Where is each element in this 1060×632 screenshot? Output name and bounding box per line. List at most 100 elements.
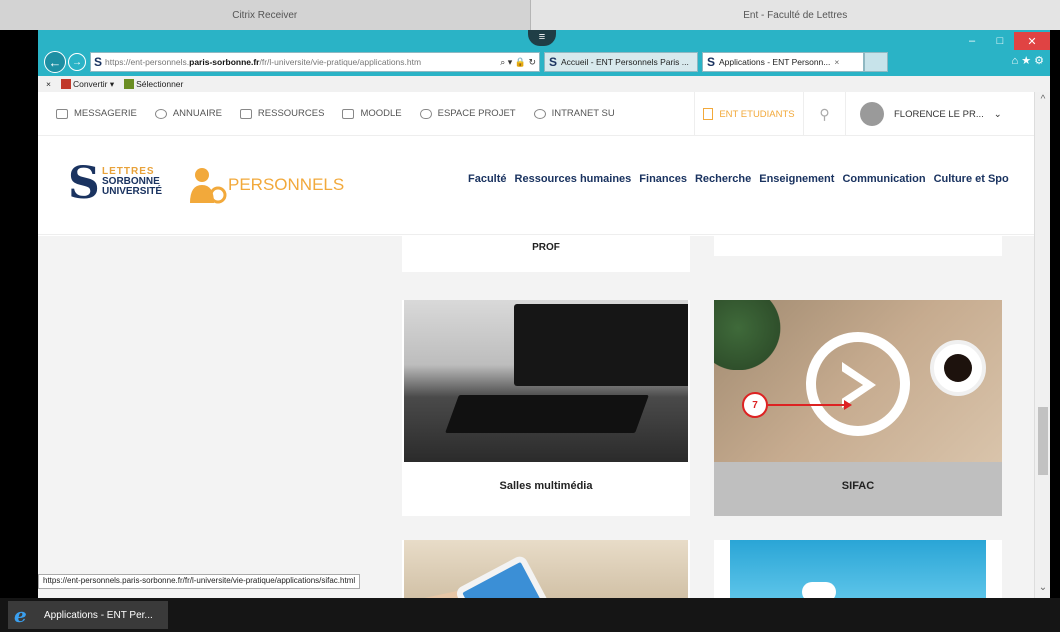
new-tab-button[interactable] xyxy=(864,52,888,72)
address-bar[interactable]: S https:// ent-personnels. paris-sorbonn… xyxy=(90,52,540,72)
keyboard-image xyxy=(404,300,688,462)
avatar xyxy=(860,102,884,126)
scroll-down-icon[interactable]: ⌄ xyxy=(1035,582,1050,596)
sorbonne-logo-text[interactable]: LETTRES SORBONNE UNIVERSITÉ xyxy=(102,167,162,197)
convert-button[interactable]: Convertir ▾ xyxy=(60,78,114,90)
nav-moodle[interactable]: MOODLE xyxy=(342,108,402,119)
monitor-shape xyxy=(514,304,688,386)
select-button[interactable]: Sélectionner xyxy=(124,79,183,90)
step-marker: 7 xyxy=(742,392,768,418)
chevron-down-icon: ⌄ xyxy=(993,108,1002,120)
citrix-tab-receiver[interactable]: Citrix Receiver xyxy=(0,0,531,30)
menu-recherche[interactable]: Recherche xyxy=(695,173,751,185)
folder-icon xyxy=(239,108,252,119)
app-card-mobile[interactable] xyxy=(402,540,690,598)
tab-close-icon[interactable]: × xyxy=(834,57,839,67)
app-card-salles-multimedia[interactable]: Salles multimédia xyxy=(402,300,690,516)
tab-label: Accueil - ENT Personnels Paris ... xyxy=(561,57,689,67)
nav-annuaire[interactable]: ANNUAIRE xyxy=(154,108,222,119)
address-tools-icons[interactable]: ⌕ ▾ 🔒 ↻ xyxy=(500,57,539,68)
menu-culture-et-sport[interactable]: Culture et Spo xyxy=(934,173,1009,185)
app-card-top-right[interactable] xyxy=(714,236,1002,256)
select-label: Sélectionner xyxy=(136,78,184,89)
back-arrow-icon: ← xyxy=(48,54,62,70)
search-icon: ⚲ xyxy=(819,105,830,122)
ent-etudiants-label: ENT ETUDIANTS xyxy=(719,108,795,120)
tab-label: Applications - ENT Personn... xyxy=(719,57,831,67)
maximize-button[interactable]: □ xyxy=(986,32,1014,50)
taskbar: e Applications - ENT Per... xyxy=(0,598,1060,632)
logo-line-universite: UNIVERSITÉ xyxy=(102,186,163,197)
citrix-tab-ent[interactable]: Ent - Faculté de Lettres xyxy=(530,0,1060,30)
address-host-sub: ent-personnels. xyxy=(130,57,190,67)
mail-icon xyxy=(56,108,68,119)
browser-toolbar-icons[interactable]: ⌂ ★ ⚙ xyxy=(1012,54,1044,67)
status-bar-url: https://ent-personnels.paris-sorbonne.fr… xyxy=(38,574,361,589)
pdf-convert-icon xyxy=(60,79,71,90)
taskbar-item-ie[interactable]: e Applications - ENT Per... xyxy=(8,601,168,629)
app-card-label: Salles multimédia xyxy=(499,480,593,492)
tab-applications[interactable]: S Applications - ENT Personn... × xyxy=(702,52,864,72)
person-icon xyxy=(154,108,167,119)
forward-button[interactable]: → xyxy=(68,53,86,71)
sorbonne-logo-icon[interactable]: S xyxy=(68,162,100,206)
nav-label: ESPACE PROJET xyxy=(437,108,516,119)
phone-image xyxy=(404,540,688,598)
menu-ressources-humaines[interactable]: Ressources humaines xyxy=(515,173,632,185)
forward-arrow-icon: → xyxy=(72,56,82,68)
plant-shape xyxy=(714,300,794,370)
nav-messagerie[interactable]: MESSAGERIE xyxy=(56,108,137,119)
star-icon xyxy=(419,108,432,119)
close-window-button[interactable]: ✕ xyxy=(1014,32,1050,50)
site-favicon-icon: S xyxy=(549,55,558,69)
menu-finances[interactable]: Finances xyxy=(639,173,687,185)
page-viewport: MESSAGERIE ANNUAIRE RESSOURCES MOODLE ES… xyxy=(38,92,1050,598)
address-path: /fr/l-universite/vie-pratique/applicatio… xyxy=(259,57,422,67)
app-card-sifac[interactable]: 7 SIFAC xyxy=(714,300,1002,516)
app-card-sky[interactable] xyxy=(714,540,1002,598)
vertical-scrollbar[interactable]: ^ ⌄ xyxy=(1034,92,1050,598)
nav-label: INTRANET SU xyxy=(551,108,615,119)
command-bar-close-icon[interactable]: × xyxy=(46,79,51,89)
login-icon xyxy=(703,108,714,120)
internet-explorer-icon: e xyxy=(14,603,27,627)
user-name: FLORENCE LE PR... xyxy=(894,108,984,120)
address-host-domain: paris-sorbonne.fr xyxy=(189,57,260,67)
ent-etudiants-link[interactable]: ENT ETUDIANTS xyxy=(694,92,804,136)
sky-image xyxy=(730,540,986,598)
nav-intranet-su[interactable]: INTRANET SU xyxy=(533,108,615,119)
menu-faculte[interactable]: Faculté xyxy=(468,173,507,185)
arrow-right-circle-icon xyxy=(806,332,910,436)
annotation-arrow xyxy=(768,400,852,410)
nav-label: MOODLE xyxy=(360,108,402,119)
search-button[interactable]: ⚲ xyxy=(804,92,846,136)
sifac-image: 7 xyxy=(714,300,1002,462)
personnels-label[interactable]: PERSONNELS xyxy=(228,175,344,195)
applications-grid: PROF Salles multimédia 7 SIFAC xyxy=(38,236,1034,598)
user-menu[interactable]: FLORENCE LE PR... ⌄ xyxy=(860,92,1002,136)
personnels-icon xyxy=(190,168,227,204)
convert-label: Convertir xyxy=(72,78,108,89)
minimize-button[interactable]: – xyxy=(958,32,986,50)
tab-accueil[interactable]: S Accueil - ENT Personnels Paris ... xyxy=(544,52,698,72)
browser-window: ≡ – □ ✕ ← → S https:// ent-personnels. p… xyxy=(38,30,1050,598)
site-header: S LETTRES SORBONNE UNIVERSITÉ PERSONNELS… xyxy=(38,137,1034,235)
app-card-label: SIFAC xyxy=(841,480,875,492)
scroll-thumb[interactable] xyxy=(1038,407,1048,475)
app-card-prof[interactable]: PROF xyxy=(402,236,690,272)
left-black-margin xyxy=(0,30,38,598)
citrix-pull-tab[interactable]: ≡ xyxy=(528,30,556,46)
nav-espace-projet[interactable]: ESPACE PROJET xyxy=(419,108,516,119)
back-button[interactable]: ← xyxy=(44,51,66,73)
nav-label: MESSAGERIE xyxy=(74,108,137,119)
command-bar: × Convertir ▾ Sélectionner xyxy=(38,76,1050,92)
menu-communication[interactable]: Communication xyxy=(842,173,925,185)
menu-enseignement[interactable]: Enseignement xyxy=(759,173,834,185)
screen: Citrix Receiver Ent - Faculté de Lettres… xyxy=(0,0,1060,632)
window-controls: – □ ✕ xyxy=(958,32,1050,50)
nav-ressources[interactable]: RESSOURCES xyxy=(239,108,324,119)
keyboard-shape xyxy=(445,395,649,433)
folder-icon xyxy=(342,108,355,119)
scroll-up-icon[interactable]: ^ xyxy=(1035,94,1050,108)
help-icon xyxy=(533,108,546,119)
